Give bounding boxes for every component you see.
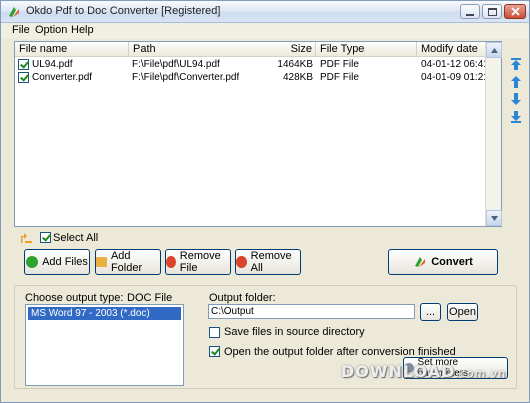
vertical-scrollbar[interactable]	[485, 42, 502, 226]
plus-icon	[26, 256, 39, 268]
add-folder-button[interactable]: Add Folder	[95, 249, 161, 275]
arrow-to-bottom-icon	[511, 111, 521, 123]
output-type-value: DOC File	[127, 292, 173, 304]
cell-size: 1464KB	[277, 59, 313, 70]
column-file-type[interactable]: File Type	[316, 42, 417, 57]
add-files-label: Add Files	[42, 256, 88, 268]
scroll-down-button[interactable]	[486, 210, 502, 226]
open-folder-button[interactable]: Open	[447, 303, 478, 321]
close-icon	[510, 7, 520, 16]
select-all-checkbox[interactable]	[40, 232, 51, 243]
cell-path: F:\File\pdf\UL94.pdf	[132, 59, 220, 70]
remove-file-label: Remove File	[179, 250, 221, 274]
cell-size: 428KB	[282, 72, 313, 83]
scroll-up-button[interactable]	[486, 42, 502, 58]
minimize-icon	[466, 13, 474, 16]
maximize-button[interactable]	[482, 4, 502, 19]
window-title: Okdo Pdf to Doc Converter [Registered]	[26, 5, 221, 17]
watermark-text: DOWNLOAD	[341, 362, 456, 381]
row-checkbox[interactable]	[18, 59, 29, 70]
save-in-source-checkbox[interactable]	[209, 327, 220, 338]
arrow-down-icon	[511, 93, 521, 105]
table-row[interactable]: UL94.pdf F:\File\pdf\UL94.pdf 1464KB PDF…	[15, 58, 489, 71]
cell-file-name: Converter.pdf	[32, 72, 93, 83]
add-folder-label: Add Folder	[110, 250, 143, 274]
menu-bar: File Option Help	[1, 23, 529, 39]
column-modify-date[interactable]: Modify date	[417, 42, 486, 57]
column-size[interactable]: Size	[271, 42, 316, 57]
remove-all-icon	[236, 256, 247, 268]
list-item[interactable]: MS Word 97 - 2003 (*.doc)	[28, 307, 181, 320]
menu-option[interactable]: Option	[35, 24, 67, 36]
move-bottom-button[interactable]	[509, 110, 523, 124]
arrow-to-top-icon	[511, 58, 521, 70]
menu-help[interactable]: Help	[71, 24, 94, 36]
title-bar[interactable]: Okdo Pdf to Doc Converter [Registered]	[1, 1, 529, 23]
menu-file[interactable]: File	[12, 24, 30, 36]
move-down-button[interactable]	[509, 92, 523, 106]
chevron-down-icon	[490, 215, 498, 221]
row-checkbox[interactable]	[18, 72, 29, 83]
move-top-button[interactable]	[509, 57, 523, 71]
remove-all-button[interactable]: Remove All	[235, 249, 301, 275]
column-file-name[interactable]: File name	[15, 42, 129, 57]
app-logo-icon	[9, 7, 19, 17]
open-after-checkbox[interactable]	[209, 346, 220, 357]
output-folder-input[interactable]: C:\Output	[208, 304, 415, 319]
cell-modify-date: 04-01-09 01:21	[421, 72, 489, 83]
select-all-label: Select All	[53, 232, 99, 244]
watermark-sub: .com.vn	[455, 367, 507, 380]
convert-icon	[415, 257, 426, 267]
remove-all-label: Remove All	[250, 250, 292, 274]
convert-button[interactable]: Convert	[388, 249, 498, 275]
choose-output-type-label: Choose output type:	[25, 292, 124, 304]
watermark-logo: DOWNLOAD.com.vn	[341, 362, 506, 381]
cell-file-type: PDF File	[320, 59, 359, 70]
folder-icon	[96, 257, 107, 267]
output-folder-label: Output folder:	[209, 292, 276, 304]
cell-path: F:\File\pdf\Converter.pdf	[132, 72, 240, 83]
close-button[interactable]	[504, 4, 526, 19]
remove-file-button[interactable]: Remove File	[165, 249, 231, 275]
save-in-source-label: Save files in source directory	[224, 326, 365, 338]
chevron-up-icon	[490, 47, 498, 53]
move-up-button[interactable]	[509, 75, 523, 89]
cell-modify-date: 04-01-12 06:41	[421, 59, 489, 70]
table-row[interactable]: Converter.pdf F:\File\pdf\Converter.pdf …	[15, 71, 489, 84]
file-list[interactable]: File name Path Size File Type Modify dat…	[14, 41, 502, 227]
minus-icon	[166, 256, 176, 268]
browse-button[interactable]: ...	[420, 303, 441, 321]
folder-up-icon[interactable]	[19, 232, 33, 244]
arrow-up-icon	[511, 76, 521, 88]
cell-file-type: PDF File	[320, 72, 359, 83]
app-window: Okdo Pdf to Doc Converter [Registered] F…	[0, 0, 530, 403]
convert-label: Convert	[431, 256, 473, 268]
output-type-list[interactable]: MS Word 97 - 2003 (*.doc)	[25, 304, 184, 386]
minimize-button[interactable]	[460, 4, 480, 19]
cell-file-name: UL94.pdf	[32, 59, 73, 70]
maximize-icon	[487, 7, 497, 16]
add-files-button[interactable]: Add Files	[24, 249, 90, 275]
